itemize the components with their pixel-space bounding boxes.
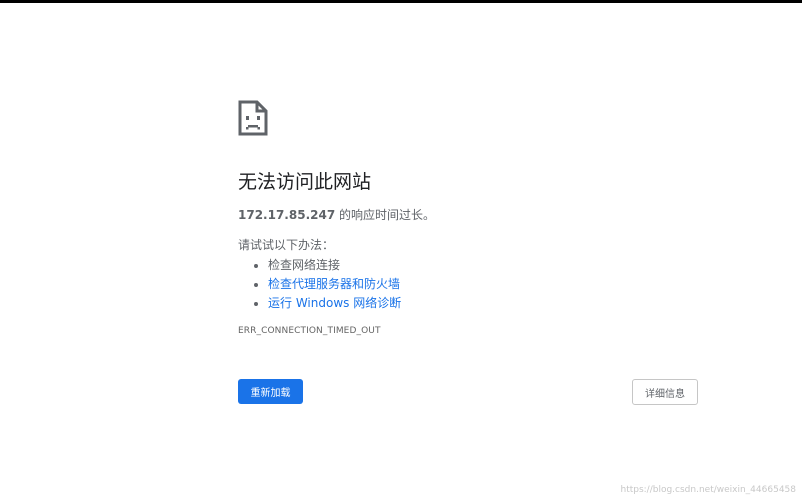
error-code: ERR_CONNECTION_TIMED_OUT: [238, 326, 381, 336]
suggestion-check-proxy[interactable]: 检查代理服务器和防火墙: [268, 275, 698, 294]
check-proxy-link[interactable]: 检查代理服务器和防火墙: [268, 277, 400, 291]
top-window-edge: [0, 0, 802, 3]
description-suffix: 的响应时间过长。: [335, 208, 435, 222]
watermark: https://blog.csdn.net/weixin_44665458: [620, 485, 796, 495]
reload-button[interactable]: 重新加载: [238, 379, 303, 404]
sad-document-icon: [238, 100, 268, 136]
suggestions-list: 检查网络连接 检查代理服务器和防火墙 运行 Windows 网络诊断: [238, 256, 698, 313]
host-address: 172.17.85.247: [238, 208, 336, 222]
run-diagnostics-link[interactable]: 运行 Windows 网络诊断: [268, 296, 401, 310]
suggestion-label: 检查网络连接: [268, 258, 341, 272]
suggestions-heading: 请试试以下办法：: [238, 238, 335, 252]
error-content: 无法访问此网站 172.17.85.247 的响应时间过长。 请试试以下办法： …: [238, 100, 698, 336]
page-title: 无法访问此网站: [238, 171, 372, 193]
suggestion-run-diagnostics[interactable]: 运行 Windows 网络诊断: [268, 294, 698, 313]
suggestion-check-network: 检查网络连接: [268, 256, 698, 275]
details-button[interactable]: 详细信息: [632, 379, 698, 405]
error-description: 172.17.85.247 的响应时间过长。: [238, 206, 698, 224]
